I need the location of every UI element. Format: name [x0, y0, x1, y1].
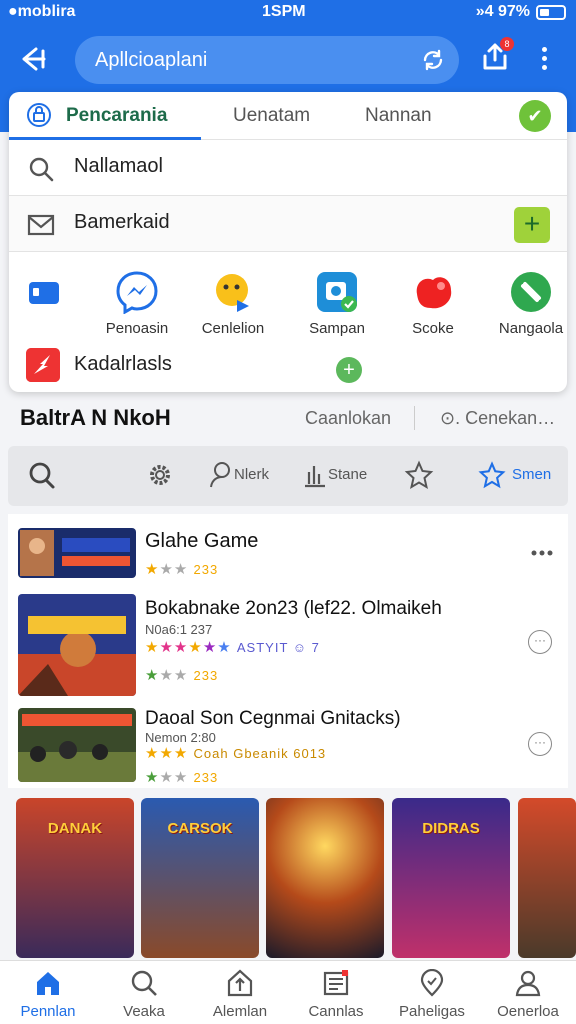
- game-rating-2a: ★★★★★★ ASTYIT ☺ 7: [145, 639, 320, 656]
- mail-row-label: Bamerkaid: [74, 211, 170, 233]
- upload-icon: [227, 969, 253, 997]
- tab-pencarania[interactable]: Pencarania: [66, 105, 167, 127]
- mail-row[interactable]: Bamerkaid +: [9, 196, 567, 252]
- section-link-2[interactable]: ⊙. Cenekan…: [440, 408, 555, 429]
- game-title-3[interactable]: Daoal Son Cegnmai Gnitacks): [145, 708, 401, 730]
- messenger-icon: [116, 271, 158, 314]
- featured-banners: DANAK CARSOK DIDRAS: [0, 798, 576, 960]
- nav-search[interactable]: Veaka: [96, 961, 192, 1024]
- gear-icon: [150, 465, 170, 485]
- flash-app-icon[interactable]: [26, 348, 60, 382]
- search-icon: [29, 462, 55, 489]
- banner-3[interactable]: [266, 798, 384, 958]
- game-thumb-1[interactable]: [18, 528, 136, 578]
- nav-news[interactable]: Cannlas: [288, 961, 384, 1024]
- app-shortcut-nangaola[interactable]: Nangaola: [486, 270, 576, 350]
- app-shortcut-scoke[interactable]: Scoke: [388, 270, 478, 350]
- game-thumb-3[interactable]: [18, 708, 136, 782]
- game-rating-2b: ★★★ 233: [145, 667, 219, 684]
- app-shortcut-wallet[interactable]: [0, 270, 90, 350]
- mail-icon: [27, 214, 55, 236]
- toolbar-favorites[interactable]: [404, 460, 444, 492]
- star-icon-active: [478, 461, 506, 489]
- divider: [414, 406, 415, 430]
- person-search-icon: [210, 462, 230, 488]
- lock-icon: [27, 103, 51, 127]
- search-text: Apllcioaplani: [95, 49, 208, 71]
- toolbar-nlerk[interactable]: Nlerk: [208, 460, 288, 492]
- app-bar: Apllcioaplani 8: [0, 30, 576, 88]
- game-title-1[interactable]: Glahe Game: [145, 530, 258, 553]
- search-icon: [131, 970, 157, 996]
- search-bar[interactable]: Apllcioaplani: [75, 36, 459, 84]
- star-icon: [404, 460, 434, 490]
- game-subtitle-3: Nemon 2:80: [145, 730, 216, 745]
- wallet-icon: [29, 282, 59, 304]
- toolbar-smen[interactable]: Smen: [478, 460, 564, 492]
- nav-upload[interactable]: Alemlan: [192, 961, 288, 1024]
- section-header: BaltrA N NkoH Caanlokan ⊙. Cenekan…: [0, 400, 576, 436]
- more-options-icon[interactable]: [534, 43, 554, 73]
- banner-1[interactable]: DANAK: [16, 798, 134, 958]
- emoji-icon: [216, 274, 249, 312]
- battery-icon: [536, 5, 566, 20]
- more-circle-icon[interactable]: ···: [528, 732, 552, 756]
- app-shortcut-sampan[interactable]: Sampan: [292, 270, 382, 350]
- refresh-icon[interactable]: [421, 48, 445, 72]
- filter-toolbar: Nlerk Stane Smen: [8, 446, 568, 506]
- bottom-nav: Pennlan Veaka Alemlan Cannlas Paheligas …: [0, 960, 576, 1024]
- section-link-1[interactable]: Caanlokan: [305, 408, 391, 429]
- search-row[interactable]: Nallamaol: [9, 140, 567, 196]
- more-icon[interactable]: [530, 547, 554, 559]
- status-bar: ●moblira 1SPM »4 97%: [0, 0, 576, 26]
- banner-4[interactable]: DIDRAS: [392, 798, 510, 958]
- location-icon: [420, 969, 444, 997]
- toolbar-stane[interactable]: Stane: [302, 460, 382, 492]
- banner-2[interactable]: CARSOK: [141, 798, 259, 958]
- tab-bar: Pencarania Uenatam Nannan ✔: [9, 92, 567, 140]
- section-title: BaltrA N NkoH: [20, 405, 171, 430]
- app-shortcut-penoasin[interactable]: Penoasin: [92, 270, 182, 350]
- game-title-2[interactable]: Bokabnake 2on23 (lef22. Olmaikeh: [145, 598, 442, 620]
- tab-uenatam[interactable]: Uenatam: [233, 105, 310, 127]
- back-icon[interactable]: [16, 42, 50, 76]
- clock: 1SPM: [262, 3, 306, 20]
- home-icon: [37, 972, 59, 995]
- kadalrlasls-label[interactable]: Kadalrlasls: [74, 353, 172, 376]
- news-icon: [323, 970, 349, 996]
- game-subtitle-2: N0a6:1 237: [145, 622, 213, 637]
- game-rating-3b: ★★★ 233: [145, 769, 219, 786]
- battery-label: »4 97%: [475, 3, 530, 20]
- small-add-icon[interactable]: +: [336, 357, 362, 383]
- search-icon: [29, 157, 54, 182]
- nav-profile[interactable]: Oenerloa: [480, 961, 576, 1024]
- chart-icon: [305, 466, 325, 488]
- nav-location[interactable]: Paheligas: [384, 961, 480, 1024]
- more-circle-icon[interactable]: ···: [528, 630, 552, 654]
- search-row-label: Nallamaol: [74, 155, 163, 177]
- add-button[interactable]: +: [514, 207, 550, 243]
- game-rating-3a: ★★★ Coah Gbeanik 6013: [145, 745, 327, 762]
- red-blob-icon: [416, 277, 452, 309]
- toolbar-search[interactable]: [28, 460, 68, 492]
- banner-5[interactable]: [518, 798, 576, 958]
- phone-chat-icon: [511, 272, 551, 312]
- toolbar-settings[interactable]: [146, 460, 186, 492]
- nav-home[interactable]: Pennlan: [0, 961, 96, 1024]
- check-icon[interactable]: ✔: [519, 100, 551, 132]
- game-thumb-2[interactable]: [18, 594, 136, 696]
- notification-badge: 8: [500, 37, 514, 51]
- game-list: Glahe Game ★★★ 233 Bokabnake 2on23 (lef2…: [8, 514, 568, 788]
- carrier-label: ●moblira: [8, 3, 76, 20]
- app-shortcut-cenlelion[interactable]: Cenlelion: [188, 270, 278, 350]
- tab-nannan[interactable]: Nannan: [365, 105, 432, 127]
- game-rating-1: ★★★ 233: [145, 561, 219, 578]
- profile-icon: [515, 970, 541, 997]
- camera-icon: [317, 272, 357, 312]
